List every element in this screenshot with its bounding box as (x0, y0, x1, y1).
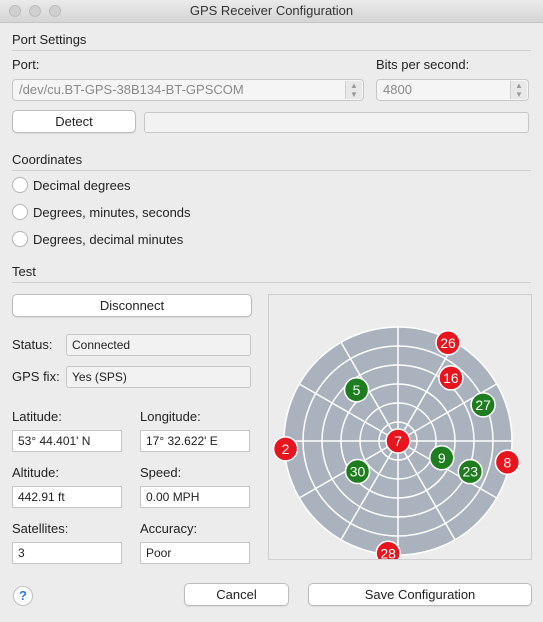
sky-plot-panel: 26 16 5 27 2 7 9 30 23 8 28 (268, 294, 532, 567)
help-button[interactable]: ? (13, 586, 33, 606)
satellite-label: 16 (443, 370, 459, 386)
satellite-label: 7 (394, 433, 402, 449)
zoom-window-button[interactable] (49, 5, 61, 17)
radio-circle[interactable] (12, 231, 28, 247)
gps-fix-value: Yes (SPS) (66, 366, 251, 388)
port-settings-title: Port Settings (12, 32, 87, 47)
gps-fix-label: GPS fix: (12, 369, 60, 384)
detect-status-field (144, 112, 529, 133)
accuracy-value: Poor (140, 542, 250, 564)
select-arrows-icon: ▲ ▼ (345, 81, 362, 99)
radio-label: Decimal degrees (33, 178, 131, 193)
longitude-value: 17° 32.622' E (140, 430, 250, 452)
satellite-label: 28 (380, 545, 396, 559)
altitude-label: Altitude: (12, 465, 59, 480)
window-title: GPS Receiver Configuration (189, 3, 354, 18)
test-title: Test (12, 264, 36, 279)
sky-plot: 26165272 7930 23828 (272, 326, 521, 567)
radio-circle[interactable] (12, 177, 28, 193)
bps-label: Bits per second: (376, 57, 470, 72)
minimize-window-button[interactable] (29, 5, 41, 17)
satellite-label: 23 (463, 464, 479, 480)
port-settings-separator (12, 50, 531, 51)
longitude-label: Longitude: (140, 409, 201, 424)
satellites-value: 3 (12, 542, 122, 564)
radio-label: Degrees, decimal minutes (33, 232, 184, 247)
disconnect-button[interactable]: Disconnect (12, 294, 252, 317)
port-select[interactable]: /dev/cu.BT-GPS-38B134-BT-GPSCOM ▲ ▼ (12, 79, 364, 101)
port-select-value: /dev/cu.BT-GPS-38B134-BT-GPSCOM (19, 82, 244, 97)
close-window-button[interactable] (9, 5, 21, 17)
satellite-label: 2 (282, 441, 290, 457)
satellite-label: 26 (440, 335, 456, 351)
radio-label: Degrees, minutes, seconds (33, 205, 191, 220)
radio-circle[interactable] (12, 204, 28, 220)
satellite-label: 8 (504, 454, 512, 470)
latitude-label: Latitude: (12, 409, 62, 424)
coordinates-separator (12, 170, 531, 171)
accuracy-label: Accuracy: (140, 521, 198, 536)
latitude-value: 53° 44.401' N (12, 430, 122, 452)
select-arrows-icon: ▲ ▼ (510, 81, 527, 99)
status-label: Status: (12, 337, 53, 352)
speed-label: Speed: (140, 465, 182, 480)
title-bar: GPS Receiver Configuration (0, 0, 543, 23)
coordinates-title: Coordinates (12, 152, 83, 167)
port-label: Port: (12, 57, 40, 72)
altitude-value: 442.91 ft (12, 486, 122, 508)
test-separator (12, 282, 531, 283)
satellite-label: 30 (350, 463, 366, 479)
save-configuration-button[interactable]: Save Configuration (308, 583, 532, 606)
cancel-button[interactable]: Cancel (184, 583, 289, 606)
detect-button[interactable]: Detect (12, 110, 136, 133)
satellite-label: 5 (353, 382, 361, 398)
satellite-label: 9 (438, 450, 446, 466)
bps-select-value: 4800 (383, 82, 412, 97)
gps-config-window: GPS Receiver Configuration Port Settings… (0, 0, 543, 622)
satellite-label: 27 (475, 397, 491, 413)
speed-value: 0.00 MPH (140, 486, 250, 508)
status-value: Connected (66, 334, 251, 356)
satellites-label: Satellites: (12, 521, 69, 536)
bps-select[interactable]: 4800 ▲ ▼ (376, 79, 529, 101)
